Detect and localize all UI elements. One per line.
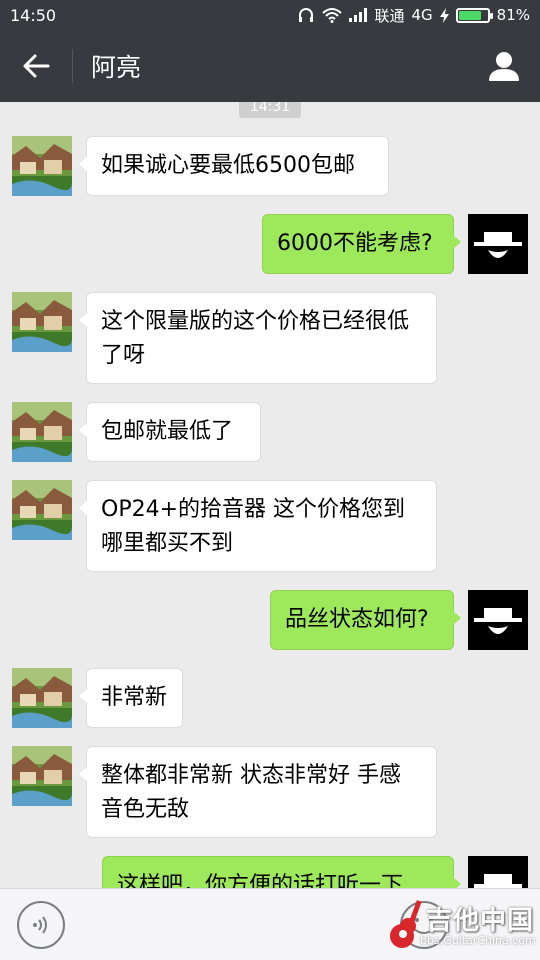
message-bubble-incoming[interactable]: 非常新	[79, 668, 183, 728]
message-bubble-incoming[interactable]: 包邮就最低了	[79, 402, 261, 462]
status-icons: 联通 4G 81%	[297, 5, 530, 26]
message-bubble-incoming[interactable]: 如果诚心要最低6500包邮	[79, 136, 389, 196]
wifi-icon	[322, 8, 343, 23]
contact-avatar[interactable]	[12, 136, 72, 196]
contact-avatar[interactable]	[12, 402, 72, 462]
message-bubble-outgoing[interactable]: 这样吧，你方便的话打听一下	[102, 856, 461, 888]
profile-button[interactable]	[468, 30, 540, 102]
message-bubble-incoming[interactable]: OP24+的拾音器 这个价格您到哪里都买不到	[79, 480, 437, 572]
back-button[interactable]	[0, 30, 72, 102]
self-avatar[interactable]	[468, 856, 528, 888]
watermark-title: 吉他中国	[426, 906, 535, 936]
person-icon	[489, 52, 519, 81]
battery-percent: 81%	[496, 6, 530, 24]
chat-title: 阿亮	[91, 53, 142, 82]
chat-area[interactable]: 14:31 如果诚心要最低6500包邮 6000不能考虑? 这个限量版的这个价格…	[0, 102, 540, 888]
contact-avatar[interactable]	[12, 480, 72, 540]
status-time: 14:50	[10, 5, 57, 25]
time-badge: 14:31	[239, 102, 301, 118]
battery-fill	[458, 10, 482, 20]
signal-icon	[349, 8, 368, 22]
charging-icon	[439, 7, 449, 23]
contact-avatar[interactable]	[12, 668, 72, 728]
message-bubble-incoming[interactable]: 整体都非常新 状态非常好 手感音色无敌	[79, 746, 437, 838]
watermark: 吉他中国 bbs.GuitarChina.com	[386, 896, 536, 954]
headphones-icon	[299, 8, 314, 22]
voice-icon	[33, 916, 47, 934]
self-avatar[interactable]	[468, 214, 528, 274]
message-bubble-outgoing[interactable]: 6000不能考虑?	[262, 214, 461, 274]
message-bubble-outgoing[interactable]: 品丝状态如何?	[270, 590, 461, 650]
back-arrow-icon	[23, 54, 50, 78]
title-bar: 阿亮	[0, 30, 540, 102]
contact-avatar[interactable]	[12, 292, 72, 352]
battery-icon	[455, 7, 493, 23]
message-bubble-incoming[interactable]: 这个限量版的这个价格已经很低了呀	[79, 292, 437, 384]
self-avatar[interactable]	[468, 590, 528, 650]
carrier-label: 联通	[374, 6, 405, 25]
watermark-subtitle: bbs.GuitarChina.com	[420, 934, 536, 947]
network-label: 4G	[411, 6, 433, 24]
contact-avatar[interactable]	[12, 746, 72, 806]
voice-button[interactable]	[17, 901, 65, 949]
status-bar: 14:50 联通 4G 81%	[0, 0, 540, 30]
